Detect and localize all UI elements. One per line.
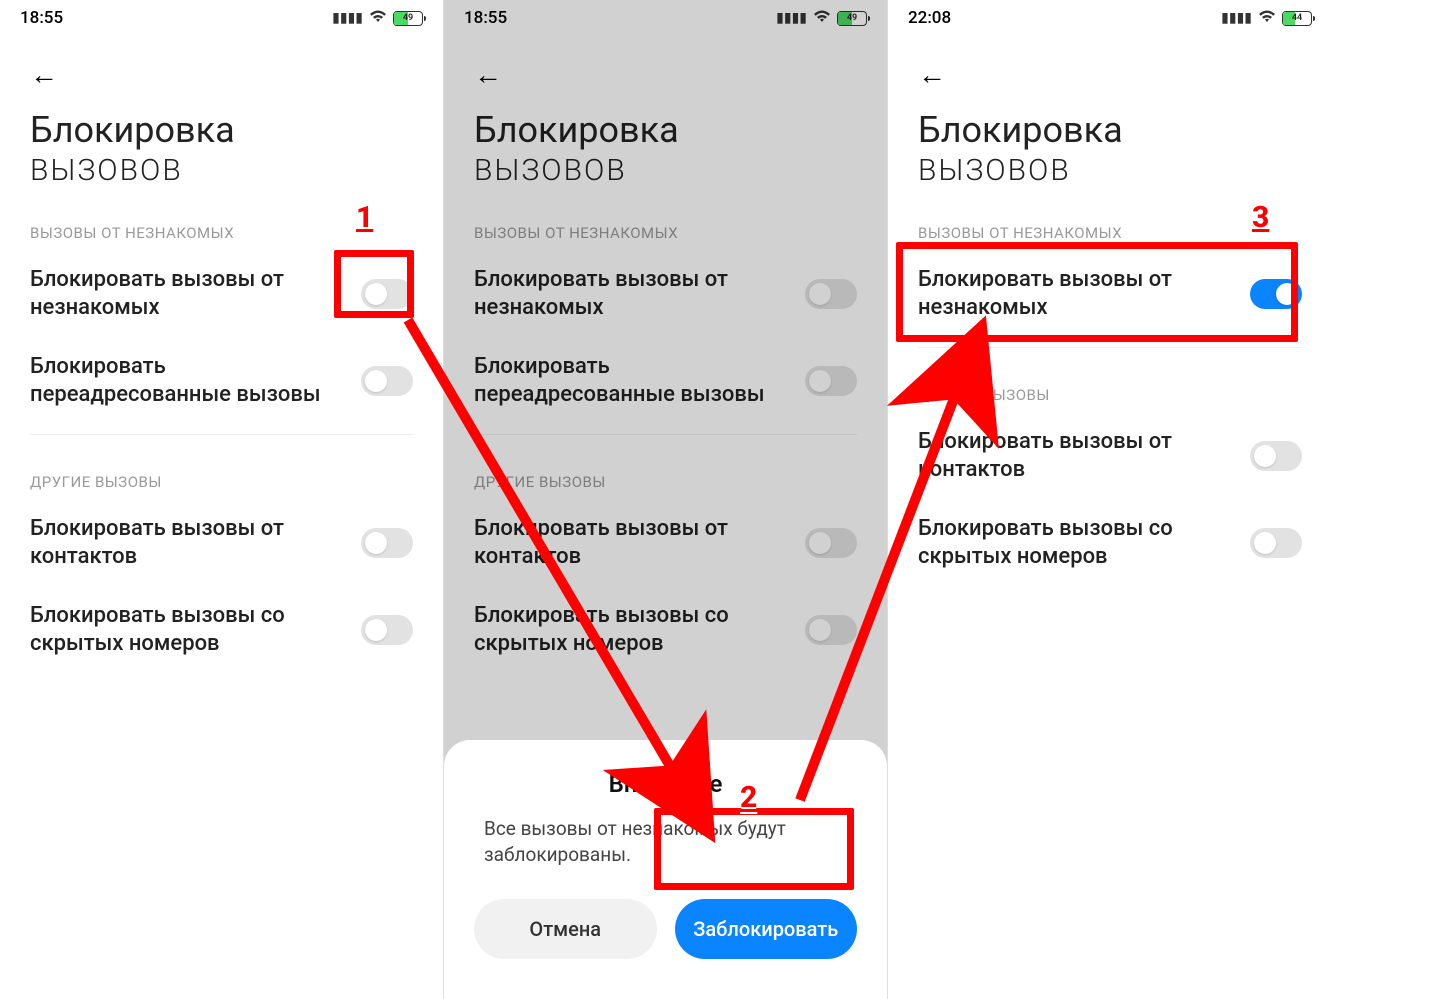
setting-label: Блокировать переадресованные вызовы bbox=[30, 353, 361, 408]
battery-icon: 49 bbox=[393, 11, 423, 26]
battery-icon: 44 bbox=[1282, 11, 1312, 26]
section-header-strangers: ВЫЗОВЫ ОТ НЕЗНАКОМЫХ bbox=[0, 196, 443, 250]
phone-screen-2: 18:55 ▮▮▮▮ 49 ← Блокировка вызовов ВЫЗОВ… bbox=[444, 0, 888, 999]
confirmation-dialog: Внимание Все вызовы от незнакомых будут … bbox=[444, 740, 887, 999]
toggle-block-contacts[interactable] bbox=[361, 528, 413, 558]
dialog-title: Внимание bbox=[464, 770, 867, 798]
divider bbox=[918, 347, 1302, 348]
section-header-strangers: ВЫЗОВЫ ОТ НЕЗНАКОМЫХ bbox=[888, 196, 1332, 250]
status-bar: 18:55 ▮▮▮▮ 49 bbox=[0, 0, 443, 36]
page-title: Блокировка вызовов bbox=[888, 91, 1332, 196]
status-time: 22:08 bbox=[908, 8, 951, 28]
setting-label: Блокировать вызовы со скрытых номеров bbox=[30, 602, 361, 657]
phone-screen-3: 22:08 ▮▮▮▮ 44 ← Блокировка вызовов ВЫЗОВ… bbox=[888, 0, 1332, 999]
divider bbox=[30, 434, 413, 435]
setting-label: Блокировать вызовы от контактов bbox=[30, 515, 361, 570]
setting-label: Блокировать вызовы от незнакомых bbox=[918, 266, 1250, 321]
confirm-button-label: Заблокировать bbox=[693, 917, 838, 941]
setting-block-hidden[interactable]: Блокировать вызовы со скрытых номеров bbox=[0, 586, 443, 673]
cancel-button[interactable]: Отмена bbox=[474, 899, 657, 959]
setting-block-strangers[interactable]: Блокировать вызовы от незнакомых bbox=[0, 250, 443, 337]
setting-block-forwarded[interactable]: Блокировать переадресованные вызовы bbox=[0, 337, 443, 424]
toggle-block-strangers[interactable] bbox=[1250, 279, 1302, 309]
title-line1: Блокировка bbox=[918, 109, 1302, 151]
setting-block-strangers[interactable]: Блокировать вызовы от незнакомых bbox=[888, 250, 1332, 337]
cancel-button-label: Отмена bbox=[529, 917, 601, 941]
title-line2: вызовов bbox=[30, 153, 413, 188]
title-line2: вызовов bbox=[918, 153, 1302, 188]
setting-label: Блокировать вызовы от контактов bbox=[918, 428, 1250, 483]
section-header-other: ДРУГИЕ ВЫЗОВЫ bbox=[888, 358, 1332, 412]
back-arrow-icon[interactable]: ← bbox=[30, 58, 58, 91]
title-line1: Блокировка bbox=[30, 109, 413, 151]
wifi-icon bbox=[1258, 9, 1276, 27]
signal-icon: ▮▮▮▮ bbox=[1221, 10, 1252, 26]
toggle-block-hidden[interactable] bbox=[1250, 528, 1302, 558]
back-arrow-icon[interactable]: ← bbox=[918, 58, 946, 91]
phone-screen-1: 18:55 ▮▮▮▮ 49 ← Блокировка вызовов ВЫЗОВ… bbox=[0, 0, 444, 999]
setting-block-hidden[interactable]: Блокировать вызовы со скрытых номеров bbox=[888, 499, 1332, 586]
setting-block-contacts[interactable]: Блокировать вызовы от контактов bbox=[0, 499, 443, 586]
setting-block-contacts[interactable]: Блокировать вызовы от контактов bbox=[888, 412, 1332, 499]
status-bar: 22:08 ▮▮▮▮ 44 bbox=[888, 0, 1332, 36]
toggle-block-hidden[interactable] bbox=[361, 615, 413, 645]
toggle-block-strangers[interactable] bbox=[361, 279, 413, 309]
dialog-message: Все вызовы от незнакомых будут заблокиро… bbox=[464, 816, 867, 899]
page-title: Блокировка вызовов bbox=[0, 91, 443, 196]
section-header-other: ДРУГИЕ ВЫЗОВЫ bbox=[0, 445, 443, 499]
wifi-icon bbox=[369, 9, 387, 27]
confirm-button[interactable]: Заблокировать bbox=[675, 899, 858, 959]
signal-icon: ▮▮▮▮ bbox=[332, 10, 363, 26]
toggle-block-contacts[interactable] bbox=[1250, 441, 1302, 471]
toggle-block-forwarded[interactable] bbox=[361, 366, 413, 396]
setting-label: Блокировать вызовы от незнакомых bbox=[30, 266, 361, 321]
setting-label: Блокировать вызовы со скрытых номеров bbox=[918, 515, 1250, 570]
status-time: 18:55 bbox=[20, 8, 63, 28]
